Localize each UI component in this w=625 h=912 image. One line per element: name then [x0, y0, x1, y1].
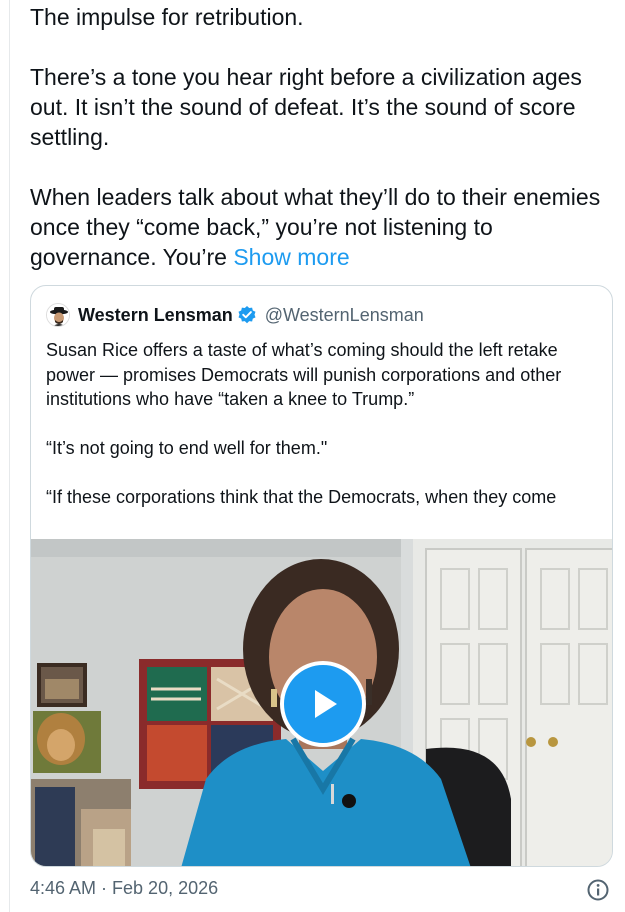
tweet-line-1: The impulse for retribution. — [30, 4, 304, 30]
quote-paragraph-2: “It’s not going to end well for them." — [46, 438, 328, 458]
quote-paragraph-1: Susan Rice offers a taste of what’s comi… — [46, 340, 562, 409]
avatar[interactable] — [46, 303, 70, 327]
quoted-tweet-card[interactable]: Western Lensman @WesternLensman Susan Ri… — [30, 285, 613, 867]
tweet-timestamp[interactable]: 4:46 AM · Feb 20, 2026 — [30, 878, 218, 899]
play-icon — [315, 690, 337, 718]
show-more-link[interactable]: Show more — [233, 244, 349, 270]
tweet-text: The impulse for retribution. There’s a t… — [30, 2, 620, 272]
column-divider — [9, 0, 10, 912]
verified-badge-icon — [237, 305, 257, 325]
play-button[interactable] — [280, 661, 366, 747]
quote-author-name[interactable]: Western Lensman — [78, 305, 233, 326]
tweet-line-2: There’s a tone you hear right before a c… — [30, 64, 582, 150]
quote-author-handle[interactable]: @WesternLensman — [265, 305, 424, 326]
info-icon[interactable] — [586, 878, 610, 902]
quote-body: Susan Rice offers a taste of what’s comi… — [46, 338, 601, 510]
tweet-line-3: When leaders talk about what they’ll do … — [30, 182, 620, 272]
video-media[interactable] — [31, 539, 612, 866]
quote-header: Western Lensman @WesternLensman — [46, 301, 424, 329]
quote-paragraph-3: “If these corporations think that the De… — [46, 487, 557, 507]
